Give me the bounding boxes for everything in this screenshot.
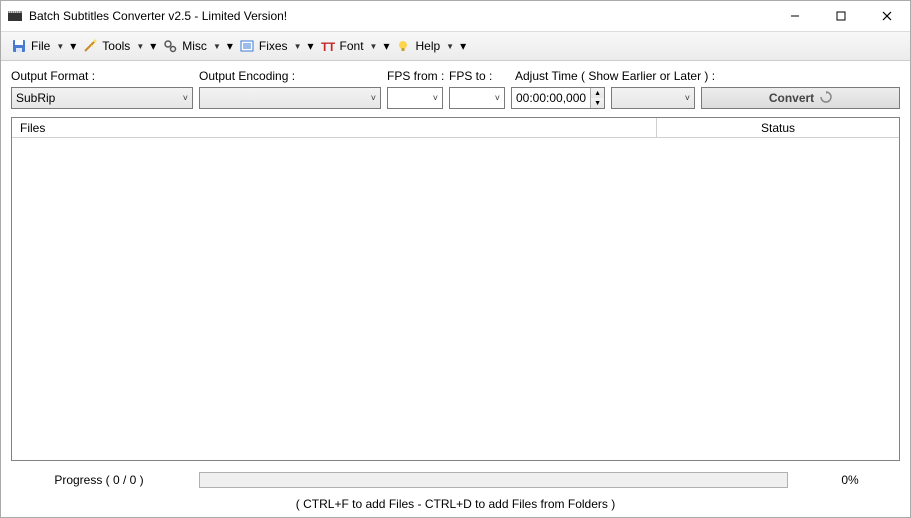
window-title: Batch Subtitles Converter v2.5 - Limited… [29,9,287,23]
chevron-down-icon: ˅ [183,93,188,103]
convert-button[interactable]: Convert [701,87,900,109]
split-arrow[interactable]: ▾ [460,39,466,53]
progress-bar-row: Progress ( 0 / 0 ) 0% [1,467,910,493]
chevron-down-icon: ▼ [56,42,64,51]
chevron-down-icon: ▼ [446,42,454,51]
close-button[interactable] [864,1,910,31]
labels-row: Output Format : Output Encoding : FPS fr… [1,61,910,85]
progress-label: Progress ( 0 / 0 ) [11,473,187,487]
menu-help[interactable]: Help ▼ [391,34,458,58]
menu-font-label: Font [340,39,364,53]
chevron-down-icon: ▼ [294,42,302,51]
disk-icon [11,38,27,54]
table-header: Files Status [12,118,899,138]
output-encoding-combo[interactable]: ˅ [199,87,381,109]
menu-font[interactable]: TT Font ▼ [316,34,382,58]
output-format-value: SubRip [16,91,183,105]
chevron-down-icon: ˅ [371,93,376,103]
up-arrow-icon[interactable]: ▲ [591,88,604,98]
refresh-icon [820,91,832,106]
chevron-down-icon: ˅ [495,93,500,103]
menu-file[interactable]: File ▼ [7,34,68,58]
split-arrow[interactable]: ▾ [70,39,76,53]
fps-to-combo[interactable]: ˅ [449,87,505,109]
menu-misc-label: Misc [182,39,207,53]
controls-row: SubRip ˅ ˅ ˅ ˅ 00:00:00,000 ▲▼ ˅ Convert [1,85,910,117]
menu-fixes-label: Fixes [259,39,288,53]
app-icon [7,8,23,24]
chevron-down-icon: ▼ [136,42,144,51]
adjust-time-value: 00:00:00,000 [512,91,590,105]
font-icon: TT [320,38,336,54]
table-body[interactable] [12,138,899,460]
split-arrow[interactable]: ▾ [383,39,389,53]
label-fps-to: FPS to : [449,69,515,83]
progress-bar [199,472,788,488]
column-files[interactable]: Files [12,118,657,137]
label-fps-from: FPS from : [387,69,449,83]
hint-text: ( CTRL+F to add Files - CTRL+D to add Fi… [1,493,910,517]
svg-text:T: T [328,40,335,53]
chevron-down-icon: ▼ [213,42,221,51]
adjust-direction-combo[interactable]: ˅ [611,87,695,109]
menu-fixes[interactable]: Fixes ▼ [235,34,306,58]
label-output-encoding: Output Encoding : [199,69,387,83]
menu-tools[interactable]: Tools ▼ [78,34,148,58]
files-table: Files Status [11,117,900,461]
menu-help-label: Help [415,39,440,53]
chevron-down-icon: ˅ [685,93,690,103]
minimize-button[interactable] [772,1,818,31]
split-arrow[interactable]: ▾ [150,39,156,53]
output-format-combo[interactable]: SubRip ˅ [11,87,193,109]
chevron-down-icon: ˅ [433,93,438,103]
split-arrow[interactable]: ▾ [227,39,233,53]
wand-icon [82,38,98,54]
chevron-down-icon: ▼ [370,42,378,51]
bulb-icon [395,38,411,54]
progress-percent: 0% [800,473,900,487]
convert-label: Convert [769,91,814,105]
list-icon [239,38,255,54]
column-status[interactable]: Status [657,118,899,137]
menu-misc[interactable]: Misc ▼ [158,34,225,58]
toolbar: File ▼ ▾ Tools ▼ ▾ Misc ▼ ▾ Fixes ▼ ▾ TT… [1,31,910,61]
gears-icon [162,38,178,54]
label-output-format: Output Format : [11,69,199,83]
menu-tools-label: Tools [102,39,130,53]
label-adjust-time: Adjust Time ( Show Earlier or Later ) : [515,69,715,83]
titlebar: Batch Subtitles Converter v2.5 - Limited… [1,1,910,31]
adjust-time-spinner[interactable]: 00:00:00,000 ▲▼ [511,87,605,109]
fps-from-combo[interactable]: ˅ [387,87,443,109]
menu-file-label: File [31,39,50,53]
maximize-button[interactable] [818,1,864,31]
split-arrow[interactable]: ▾ [307,39,313,53]
spinner-buttons[interactable]: ▲▼ [590,88,604,108]
down-arrow-icon[interactable]: ▼ [591,98,604,108]
